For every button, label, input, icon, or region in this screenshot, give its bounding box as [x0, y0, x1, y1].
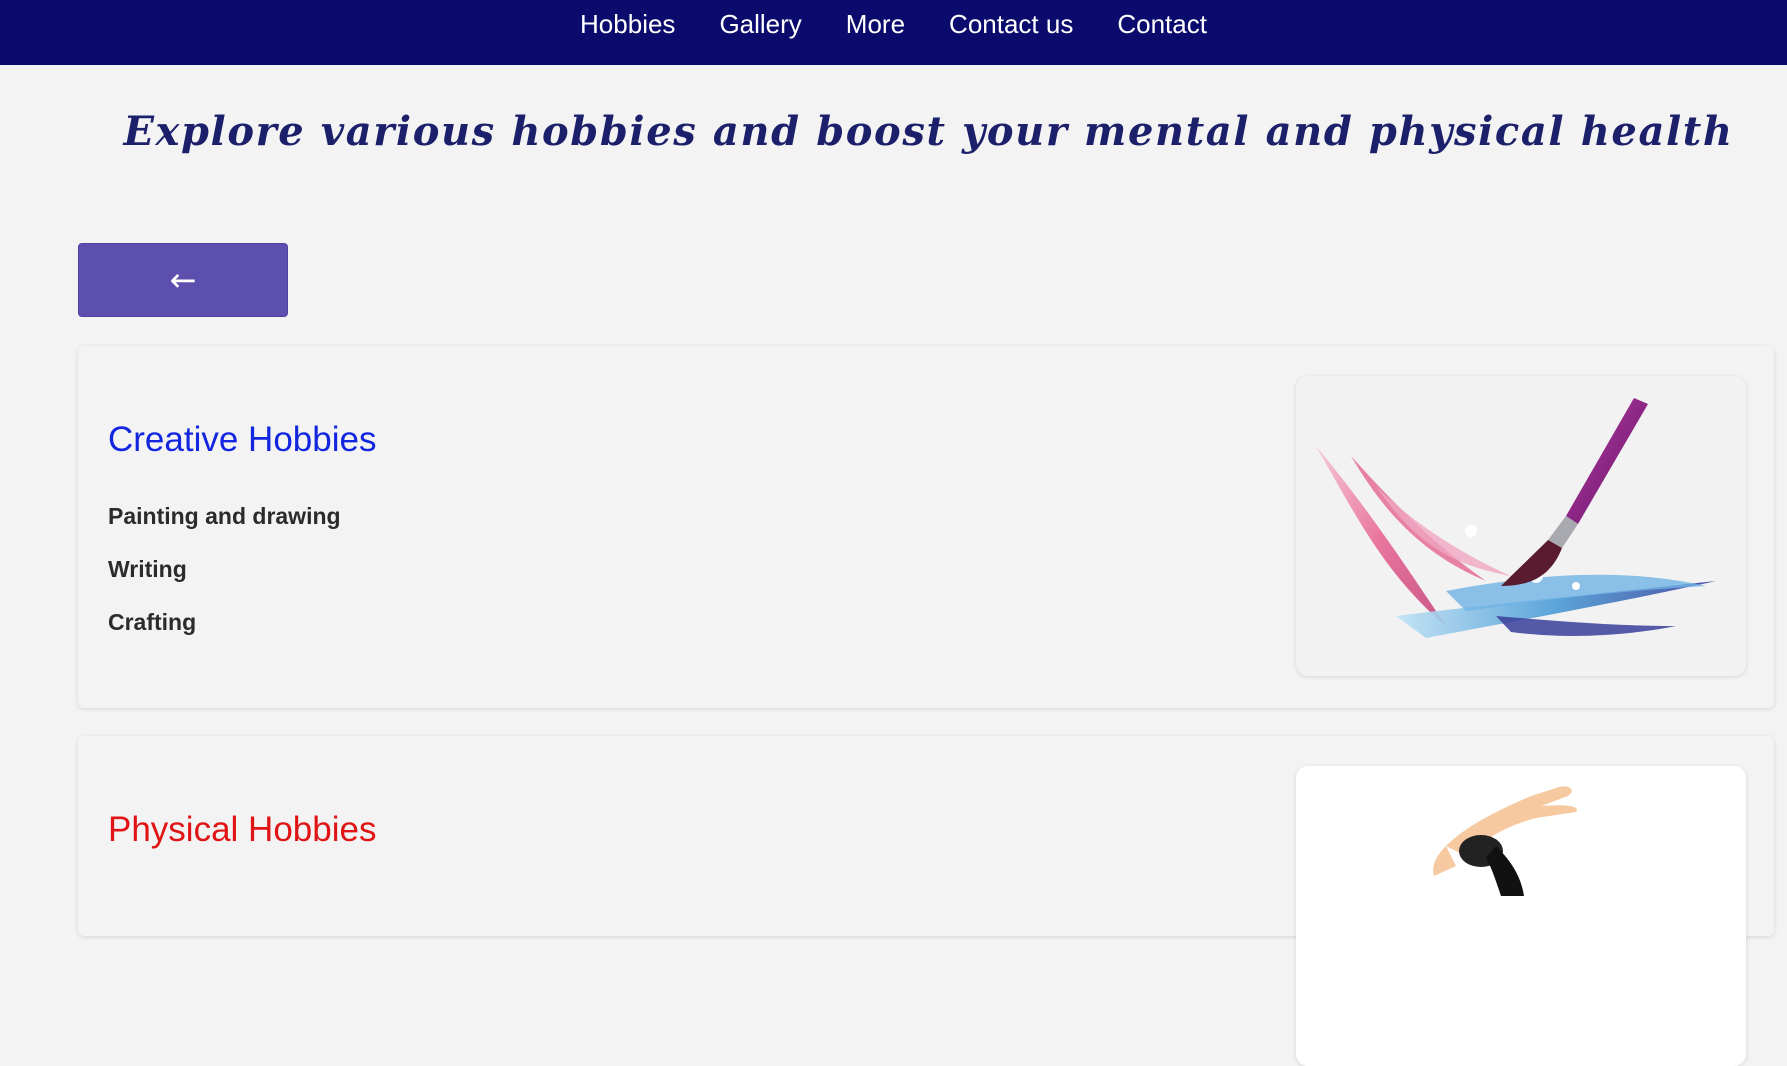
nav-link-hobbies[interactable]: Hobbies — [580, 9, 675, 39]
creative-hobbies-image — [1296, 376, 1746, 676]
back-button[interactable]: ← — [78, 243, 288, 317]
top-navbar: Hobbies Gallery More Contact us Contact — [0, 0, 1787, 65]
physical-hobbies-card: Physical Hobbies — [78, 736, 1774, 1066]
creative-hobbies-card: Creative Hobbies Painting and drawing Wr… — [78, 346, 1774, 708]
nav-menu: Hobbies Gallery More Contact us Contact — [558, 9, 1229, 40]
nav-link-contact[interactable]: Contact — [1117, 9, 1207, 39]
creative-hobbies-list: Painting and drawing Writing Crafting — [108, 504, 341, 663]
list-item: Painting and drawing — [108, 503, 341, 529]
nav-link-more[interactable]: More — [846, 9, 905, 39]
nav-link-gallery[interactable]: Gallery — [719, 9, 801, 39]
section-title-creative: Creative Hobbies — [108, 420, 377, 459]
list-item: Writing — [108, 556, 187, 582]
stretching-figure-icon — [1433, 786, 1577, 896]
back-arrow-icon: ← — [169, 261, 197, 299]
section-title-physical: Physical Hobbies — [108, 810, 377, 849]
paintbrush-icon — [1316, 398, 1716, 638]
list-item: Crafting — [108, 609, 197, 635]
physical-hobbies-image — [1296, 766, 1746, 1066]
page-headline: Explore various hobbies and boost your m… — [123, 108, 1734, 155]
nav-link-contact-us[interactable]: Contact us — [949, 9, 1073, 39]
